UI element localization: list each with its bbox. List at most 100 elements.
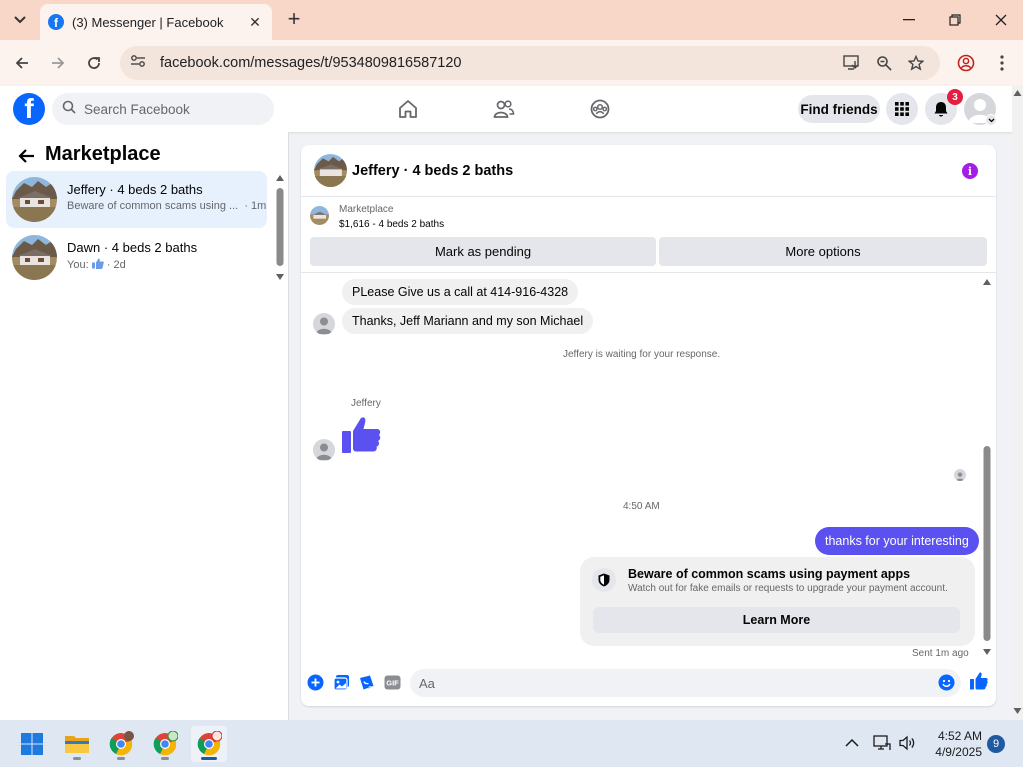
attach-photo-icon[interactable] <box>332 673 350 691</box>
close-tab-icon[interactable]: ✕ <box>246 14 264 31</box>
facebook-header: f Search Facebook Find friends <box>0 86 1012 132</box>
back-arrow-icon[interactable] <box>14 144 38 168</box>
bookmark-star-icon[interactable] <box>906 54 926 72</box>
conversation-name: Dawn · 4 beds 2 baths <box>67 240 198 255</box>
notification-center-badge[interactable]: 9 <box>987 735 1005 753</box>
more-actions-plus-icon[interactable] <box>306 673 324 691</box>
conversation-item-dawn[interactable]: Dawn · 4 beds 2 baths You: · 2d <box>6 229 267 286</box>
find-friends-button[interactable]: Find friends <box>798 95 880 123</box>
marketplace-title: Marketplace <box>45 143 161 165</box>
marketplace-conversations-panel: Marketplace Jeffery · 4 beds 2 baths Bew… <box>0 132 289 720</box>
home-icon[interactable] <box>396 97 420 121</box>
more-options-button[interactable]: More options <box>659 237 987 266</box>
facebook-search-input[interactable]: Search Facebook <box>52 93 274 125</box>
notification-count-badge: 3 <box>947 89 963 105</box>
browser-menu-icon[interactable] <box>988 49 1016 77</box>
thumbs-up-icon <box>91 258 104 269</box>
zoom-icon[interactable] <box>874 54 894 72</box>
chrome-profile-2-icon[interactable] <box>147 726 183 762</box>
conversation-snippet: Beware of common scams using ... · 1m <box>67 200 267 212</box>
network-icon[interactable] <box>873 734 891 757</box>
info-icon[interactable]: i <box>962 163 978 179</box>
emoji-icon[interactable] <box>937 673 955 691</box>
running-indicator <box>161 757 169 760</box>
learn-more-button[interactable]: Learn More <box>593 607 960 633</box>
house-thumbnail <box>310 206 329 225</box>
windows-taskbar: 4:52 AM 4/9/2025 9 <box>0 720 1023 767</box>
scam-warning-description: Watch out for fake emails or requests to… <box>628 583 948 594</box>
chat-scrollbar[interactable] <box>982 278 992 658</box>
gif-icon[interactable]: GIF <box>383 673 401 691</box>
reload-button[interactable] <box>80 49 108 77</box>
shield-icon <box>592 568 616 592</box>
conversation-name: Jeffery · 4 beds 2 baths <box>67 182 203 197</box>
incoming-message: Thanks, Jeff Mariann and my son Michael <box>342 308 594 334</box>
send-like-thumbs-up-icon[interactable] <box>969 671 989 691</box>
conversation-list-scrollbar[interactable] <box>275 174 285 282</box>
scam-warning-title: Beware of common scams using payment app… <box>628 567 911 581</box>
profile-icon[interactable] <box>952 49 980 77</box>
search-icon <box>62 100 76 119</box>
house-thumbnail <box>12 177 57 222</box>
chrome-profile-3-icon[interactable] <box>191 726 227 762</box>
svg-text:GIF: GIF <box>386 678 399 687</box>
url-text: facebook.com/messages/t/9534809816587120 <box>160 55 462 71</box>
sender-name: Jeffery <box>351 398 381 409</box>
show-hidden-icons-chevron-icon[interactable] <box>845 735 863 753</box>
friends-icon[interactable] <box>492 97 516 121</box>
site-info-icon[interactable] <box>130 54 146 73</box>
incoming-message: PLease Give us a call at 414-916-4328 <box>342 279 579 305</box>
outgoing-message: thanks for your interesting <box>815 527 979 555</box>
clock-date[interactable]: 4/9/2025 <box>926 745 982 759</box>
message-list: PLease Give us a call at 414-916-4328 Th… <box>301 274 996 660</box>
facebook-favicon-icon: f <box>48 14 64 30</box>
windows-start-icon[interactable] <box>14 726 50 762</box>
minimize-window-button[interactable] <box>889 6 929 34</box>
close-window-button[interactable] <box>981 6 1021 34</box>
facebook-logo-icon[interactable]: f <box>13 93 45 125</box>
sent-status: Sent 1m ago <box>912 648 969 659</box>
listing-price: $1,616 - 4 beds 2 baths <box>339 219 445 230</box>
new-tab-button[interactable]: + <box>282 8 306 32</box>
browser-tab-bar: f (3) Messenger | Facebook ✕ + <box>0 0 1023 40</box>
tab-search-dropdown-icon[interactable] <box>8 8 32 32</box>
tab-title: (3) Messenger | Facebook <box>72 14 224 30</box>
forward-button[interactable] <box>44 49 72 77</box>
back-button[interactable] <box>8 49 36 77</box>
chat-title[interactable]: Jeffery · 4 beds 2 baths <box>352 163 513 179</box>
active-indicator <box>201 757 217 760</box>
conversation-time: · 2d <box>106 259 126 271</box>
browser-tab-active[interactable]: f (3) Messenger | Facebook ✕ <box>40 4 272 40</box>
running-indicator <box>117 757 125 760</box>
sender-avatar[interactable] <box>313 313 335 335</box>
clock-time[interactable]: 4:52 AM <box>930 729 982 743</box>
restore-window-button[interactable] <box>935 6 975 34</box>
running-indicator <box>73 757 81 760</box>
message-input[interactable]: Aa <box>410 669 961 697</box>
listing-avatar[interactable] <box>314 154 347 187</box>
address-bar[interactable]: facebook.com/messages/t/9534809816587120 <box>120 46 940 80</box>
browser-toolbar: facebook.com/messages/t/9534809816587120 <box>0 40 1023 86</box>
conversation-time: · 1m <box>244 200 267 212</box>
house-thumbnail <box>12 235 57 280</box>
listing-category: Marketplace <box>339 204 394 215</box>
thumbs-up-sticker-icon <box>342 416 381 459</box>
message-composer: GIF Aa <box>301 666 996 702</box>
message-timestamp: 4:50 AM <box>623 501 660 512</box>
account-chevron-icon[interactable] <box>985 114 997 126</box>
volume-icon[interactable] <box>898 734 916 757</box>
waiting-notice: Jeffery is waiting for your response. <box>563 349 721 360</box>
file-explorer-icon[interactable] <box>59 726 95 762</box>
install-app-icon[interactable] <box>842 54 862 72</box>
conversation-item-jeffery[interactable]: Jeffery · 4 beds 2 baths Beware of commo… <box>6 171 267 228</box>
chrome-profile-1-icon[interactable] <box>103 726 139 762</box>
mark-as-pending-button[interactable]: Mark as pending <box>310 237 656 266</box>
groups-icon[interactable] <box>588 97 612 121</box>
sticker-icon[interactable] <box>357 673 375 691</box>
seen-by-avatar <box>954 469 966 481</box>
scam-warning-card: Beware of common scams using payment app… <box>580 557 975 646</box>
page-scrollbar[interactable] <box>1012 86 1023 720</box>
sender-avatar[interactable] <box>313 439 335 461</box>
menu-grid-icon[interactable] <box>886 93 918 125</box>
chat-panel: Jeffery · 4 beds 2 baths i Marketplace $… <box>301 145 996 706</box>
